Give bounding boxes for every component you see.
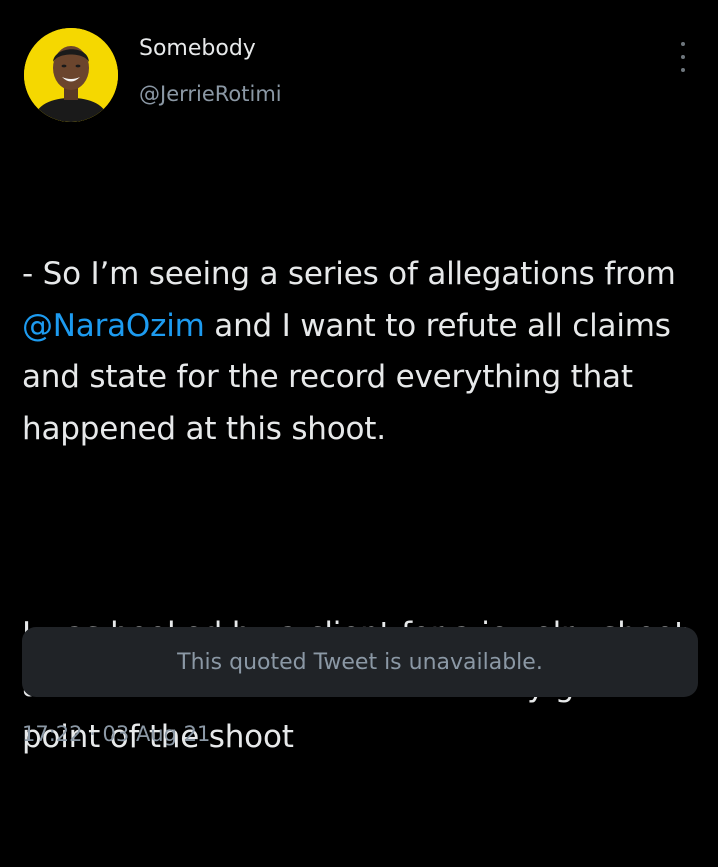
tweet-paragraph: - So I’m seeing a series of allegations … bbox=[22, 249, 702, 455]
avatar[interactable] bbox=[24, 28, 118, 122]
tweet-card: Somebody @JerrieRotimi - So I’m seeing a… bbox=[0, 0, 718, 763]
display-name[interactable]: Somebody bbox=[139, 34, 282, 64]
quoted-tweet-card: This quoted Tweet is unavailable. bbox=[22, 627, 698, 697]
tweet-text: - So I’m seeing a series of allegations … bbox=[22, 146, 702, 867]
avatar-photo-icon bbox=[24, 28, 118, 122]
tweet-header: Somebody @JerrieRotimi bbox=[24, 20, 694, 122]
dot-icon bbox=[681, 55, 685, 59]
more-options-icon[interactable] bbox=[678, 42, 688, 72]
dot-icon bbox=[681, 42, 685, 46]
author-names: Somebody @JerrieRotimi bbox=[139, 34, 282, 108]
user-handle[interactable]: @JerrieRotimi bbox=[139, 80, 282, 108]
tweet-timestamp[interactable]: 17:22 · 03 Aug 21 bbox=[22, 722, 210, 746]
quoted-tweet-unavailable-text: This quoted Tweet is unavailable. bbox=[177, 649, 543, 675]
mention-link[interactable]: @NaraOzim bbox=[22, 308, 205, 344]
tweet-text-part: - So I’m seeing a series of allegations … bbox=[22, 256, 686, 292]
dot-icon bbox=[681, 68, 685, 72]
